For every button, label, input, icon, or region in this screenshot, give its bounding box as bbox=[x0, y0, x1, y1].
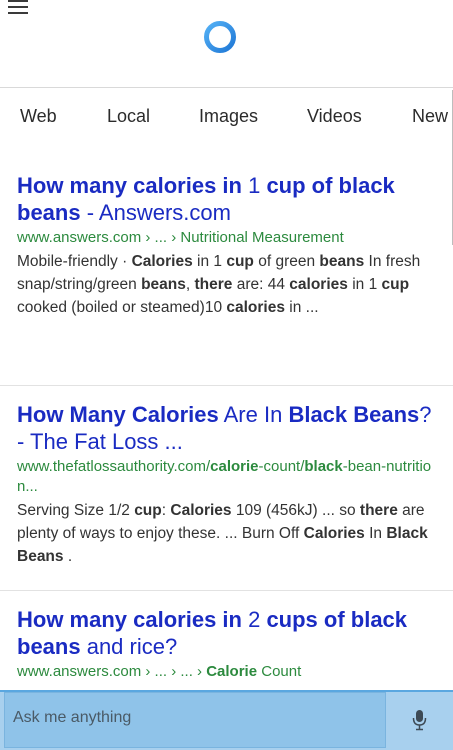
tab-local[interactable]: Local bbox=[107, 106, 150, 127]
highlighted-term: calories bbox=[226, 299, 285, 316]
result-url[interactable]: www.answers.com › ... › Nutritional Meas… bbox=[17, 228, 442, 248]
text-segment: Are In bbox=[218, 402, 289, 427]
result-item: How many calories in 1 cup of black bean… bbox=[17, 172, 442, 319]
highlighted-term: Black Beans bbox=[288, 402, 420, 427]
search-scope-tabs: Web Local Images Videos New bbox=[0, 88, 453, 148]
microphone-icon[interactable] bbox=[386, 692, 453, 748]
result-title-link[interactable]: How Many Calories Are In Black Beans? - … bbox=[17, 401, 442, 455]
ask-bar: Ask me anything bbox=[0, 690, 453, 750]
highlighted-term: cup bbox=[134, 502, 162, 519]
result-snippet: Serving Size 1/2 cup: Calories 109 (456k… bbox=[17, 499, 442, 568]
highlighted-term: beans bbox=[141, 276, 186, 293]
highlighted-term: cup bbox=[381, 276, 410, 293]
text-segment: cooked (boiled or steamed)10 bbox=[17, 299, 227, 316]
highlighted-term: Calories bbox=[303, 525, 365, 542]
text-segment: and rice? bbox=[80, 634, 178, 659]
text-segment: -count/ bbox=[258, 458, 305, 475]
result-url[interactable]: www.answers.com › ... › ... › Calorie Co… bbox=[17, 662, 442, 682]
result-item: How many calories in 2 cups of black bea… bbox=[17, 606, 442, 682]
text-segment: www.thefatlossauthority.com/ bbox=[17, 458, 211, 475]
text-segment: in 1 bbox=[192, 253, 227, 270]
cortana-circle-icon[interactable] bbox=[203, 20, 237, 54]
text-segment: 2 bbox=[241, 607, 267, 632]
highlighted-term: Calorie bbox=[206, 663, 258, 680]
top-bar bbox=[0, 0, 453, 75]
highlighted-term: How Many Calories bbox=[17, 402, 219, 427]
highlighted-term: black bbox=[304, 458, 343, 475]
tab-news[interactable]: New bbox=[412, 106, 448, 127]
highlighted-term: beans bbox=[319, 253, 365, 270]
result-url[interactable]: www.thefatlossauthority.com/calorie-coun… bbox=[17, 457, 442, 497]
text-segment: . bbox=[63, 548, 73, 565]
tab-videos[interactable]: Videos bbox=[307, 106, 362, 127]
text-segment: , bbox=[185, 276, 195, 293]
highlighted-term: there bbox=[359, 502, 398, 519]
text-segment: - Answers.com bbox=[80, 200, 231, 225]
text-segment: Mobile-friendly · bbox=[17, 253, 132, 270]
text-segment: Serving Size 1/2 bbox=[17, 502, 135, 519]
highlighted-term: calories bbox=[289, 276, 348, 293]
highlighted-term: How many calories in bbox=[17, 173, 242, 198]
text-segment: in 1 bbox=[347, 276, 382, 293]
result-snippet: Mobile-friendly · Calories in 1 cup of g… bbox=[17, 250, 442, 319]
text-segment: www.answers.com › ... › ... › bbox=[17, 663, 207, 680]
result-title-link[interactable]: How many calories in 2 cups of black bea… bbox=[17, 606, 442, 660]
highlighted-term: cup bbox=[226, 253, 254, 270]
result-title-link[interactable]: How many calories in 1 cup of black bean… bbox=[17, 172, 442, 226]
result-divider bbox=[0, 385, 453, 386]
result-divider bbox=[0, 590, 453, 591]
text-segment: In bbox=[364, 525, 387, 542]
tab-web[interactable]: Web bbox=[20, 106, 57, 127]
tab-images[interactable]: Images bbox=[199, 106, 258, 127]
text-segment: 1 bbox=[241, 173, 267, 198]
highlighted-term: calorie bbox=[210, 458, 259, 475]
result-item: How Many Calories Are In Black Beans? - … bbox=[17, 401, 442, 568]
highlighted-term: How many calories in bbox=[17, 607, 242, 632]
highlighted-term: there bbox=[194, 276, 233, 293]
ask-input[interactable]: Ask me anything bbox=[4, 692, 386, 748]
text-segment: of green bbox=[253, 253, 320, 270]
text-segment: in ... bbox=[284, 299, 319, 316]
text-segment: Count bbox=[257, 663, 302, 680]
highlighted-term: Calories bbox=[131, 253, 193, 270]
highlighted-term: Calories bbox=[170, 502, 232, 519]
text-segment: www.answers.com › ... › Nutritional Meas… bbox=[17, 229, 344, 246]
cortana-search-screen: Web Local Images Videos New How many cal… bbox=[0, 0, 453, 750]
text-segment: are: 44 bbox=[232, 276, 290, 293]
text-segment: 109 (456kJ) ... so bbox=[231, 502, 360, 519]
ask-placeholder: Ask me anything bbox=[13, 709, 132, 726]
hamburger-menu-icon[interactable] bbox=[8, 0, 30, 20]
